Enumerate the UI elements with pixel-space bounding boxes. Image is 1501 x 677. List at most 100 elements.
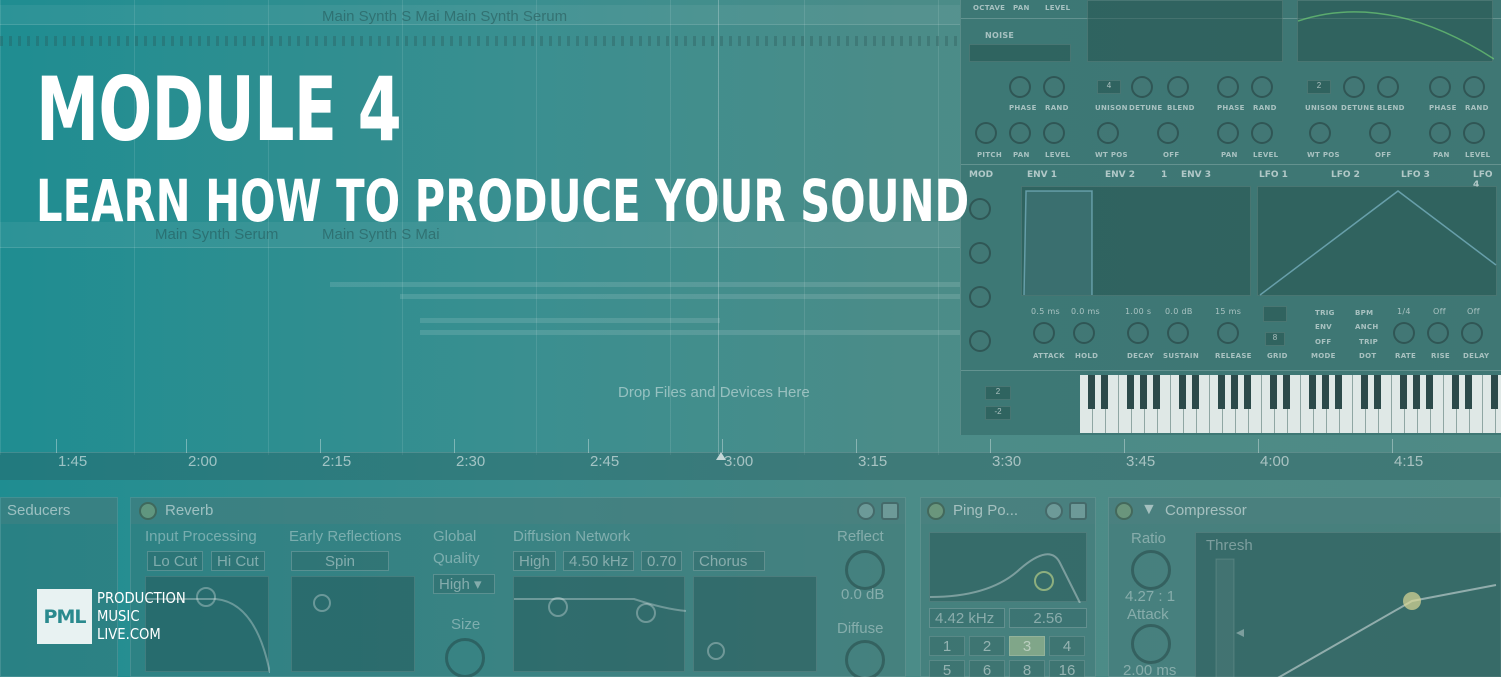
pan-knob[interactable]	[1009, 122, 1031, 144]
delay-knob[interactable]	[1461, 322, 1483, 344]
device-power-icon[interactable]	[927, 502, 945, 520]
compressor-graph[interactable]: Thresh	[1195, 532, 1501, 677]
pan-knob[interactable]	[1429, 122, 1451, 144]
diffusion-high-toggle[interactable]: High	[513, 551, 556, 571]
black-key[interactable]	[1140, 375, 1147, 409]
tab-lfo-2[interactable]: LFO 2	[1331, 170, 1360, 180]
rand-knob[interactable]	[1043, 76, 1065, 98]
rise-knob[interactable]	[1427, 322, 1449, 344]
sync-key-selected[interactable]: 3	[1009, 636, 1045, 656]
tab-env-2[interactable]: ENV 2	[1105, 170, 1135, 180]
fold-triangle-icon[interactable]: ▼	[1141, 501, 1157, 519]
sustain-knob[interactable]	[1167, 322, 1189, 344]
sync-key[interactable]: 6	[969, 660, 1005, 677]
diffusion-amount[interactable]: 0.70	[641, 551, 683, 571]
black-key[interactable]	[1452, 375, 1459, 409]
chorus-toggle[interactable]: Chorus	[693, 551, 765, 571]
black-key[interactable]	[1179, 375, 1186, 409]
rand-knob[interactable]	[1463, 76, 1485, 98]
tab-lfo-3[interactable]: LFO 3	[1401, 170, 1430, 180]
envelope-display[interactable]	[1021, 186, 1251, 296]
pitch-bend-up[interactable]: 2	[985, 386, 1011, 400]
warp-knob[interactable]	[1157, 122, 1179, 144]
lfo-option[interactable]: ENV	[1315, 323, 1332, 331]
level-knob[interactable]	[1463, 122, 1485, 144]
device-power-icon[interactable]	[139, 502, 157, 520]
spin-toggle[interactable]: Spin	[291, 551, 389, 571]
lfo-display[interactable]	[1257, 186, 1497, 296]
pingpong-filter-display[interactable]	[929, 532, 1087, 604]
attack-knob[interactable]	[1033, 322, 1055, 344]
black-key[interactable]	[1426, 375, 1433, 409]
lo-cut-toggle[interactable]: Lo Cut	[147, 551, 204, 571]
chorus-display[interactable]	[693, 576, 817, 672]
black-key[interactable]	[1231, 375, 1238, 409]
diffusion-freq[interactable]: 4.50 kHz	[563, 551, 635, 571]
sync-key[interactable]: 2	[969, 636, 1005, 656]
black-key[interactable]	[1400, 375, 1407, 409]
detune-knob[interactable]	[1343, 76, 1365, 98]
black-key[interactable]	[1218, 375, 1225, 409]
piano-keyboard[interactable]	[1080, 375, 1501, 433]
level-knob[interactable]	[1251, 122, 1273, 144]
sync-key[interactable]: 5	[929, 660, 965, 677]
mod-source-knob[interactable]	[969, 286, 991, 308]
tab-env-1[interactable]: ENV 1	[1027, 170, 1057, 180]
device-power-icon[interactable]	[1115, 502, 1133, 520]
black-key[interactable]	[1270, 375, 1277, 409]
sync-key[interactable]: 8	[1009, 660, 1045, 677]
refresh-icon[interactable]	[1045, 502, 1063, 520]
decay-knob[interactable]	[1127, 322, 1149, 344]
refresh-icon[interactable]	[857, 502, 875, 520]
compressor-title[interactable]: Compressor	[1165, 502, 1247, 519]
phase-knob[interactable]	[1009, 76, 1031, 98]
black-key[interactable]	[1101, 375, 1108, 409]
black-key[interactable]	[1465, 375, 1472, 409]
lfo-folder-icon[interactable]	[1263, 306, 1287, 322]
blend-knob[interactable]	[1377, 76, 1399, 98]
pingpong-width[interactable]: 2.56	[1009, 608, 1087, 628]
grid-value[interactable]: 8	[1265, 332, 1285, 346]
detune-knob[interactable]	[1131, 76, 1153, 98]
black-key[interactable]	[1413, 375, 1420, 409]
lfo-option[interactable]: OFF	[1315, 338, 1331, 346]
mod-source-knob[interactable]	[969, 330, 991, 352]
sync-key[interactable]: 16	[1049, 660, 1085, 677]
lfo-option[interactable]: ANCH	[1355, 323, 1378, 331]
early-reflections-display[interactable]	[291, 576, 415, 672]
black-key[interactable]	[1322, 375, 1329, 409]
black-key[interactable]	[1374, 375, 1381, 409]
black-key[interactable]	[1153, 375, 1160, 409]
tab-env-3[interactable]: ENV 3	[1181, 170, 1211, 180]
black-key[interactable]	[1491, 375, 1498, 409]
rand-knob[interactable]	[1251, 76, 1273, 98]
lfo-option[interactable]: TRIG	[1315, 309, 1335, 317]
diffusion-display[interactable]	[513, 576, 687, 672]
level-knob[interactable]	[1043, 122, 1065, 144]
unison-value-b[interactable]: 2	[1307, 80, 1331, 94]
black-key[interactable]	[1192, 375, 1199, 409]
size-knob[interactable]	[445, 638, 485, 677]
release-knob[interactable]	[1217, 322, 1239, 344]
pan-knob[interactable]	[1217, 122, 1239, 144]
black-key[interactable]	[1361, 375, 1368, 409]
warp-knob[interactable]	[1369, 122, 1391, 144]
lfo-option[interactable]: TRIP	[1359, 338, 1378, 346]
mod-source-knob[interactable]	[969, 242, 991, 264]
unison-value-a[interactable]: 4	[1097, 80, 1121, 94]
tab-lfo-1[interactable]: LFO 1	[1259, 170, 1288, 180]
black-key[interactable]	[1127, 375, 1134, 409]
ratio-knob[interactable]	[1131, 550, 1171, 590]
phase-knob[interactable]	[1217, 76, 1239, 98]
pingpong-freq[interactable]: 4.42 kHz	[929, 608, 1005, 628]
pitch-knob[interactable]	[975, 122, 997, 144]
hi-cut-toggle[interactable]: Hi Cut	[211, 551, 265, 571]
timeline-ruler[interactable]: 1:45 2:00 2:15 2:30 2:45 3:00 3:15 3:30 …	[0, 439, 1501, 480]
diffuse-knob[interactable]	[845, 640, 885, 677]
black-key[interactable]	[1244, 375, 1251, 409]
phase-knob[interactable]	[1429, 76, 1451, 98]
noise-selector[interactable]	[969, 44, 1071, 62]
save-icon[interactable]	[1069, 502, 1087, 520]
save-icon[interactable]	[881, 502, 899, 520]
lfo-option[interactable]: BPM	[1355, 309, 1373, 317]
